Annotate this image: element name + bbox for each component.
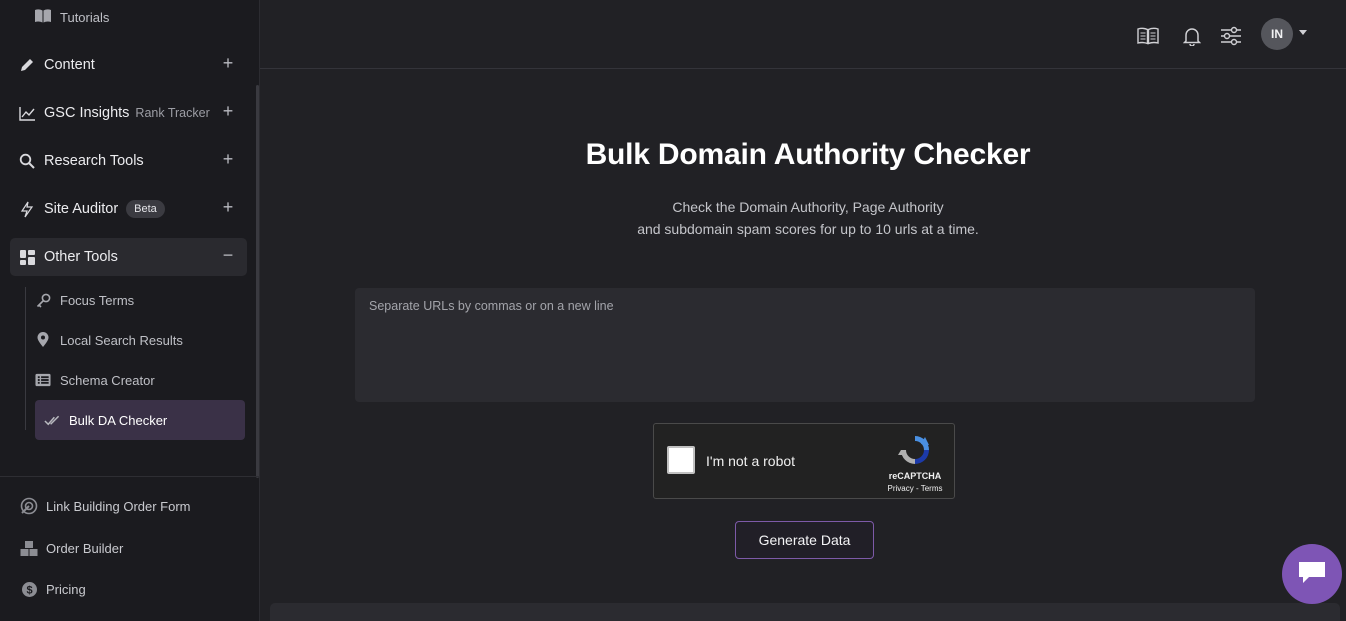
description-line: and subdomain spam scores for up to 10 u… [637, 221, 979, 237]
sidebar-item-focus-terms[interactable]: Focus Terms [35, 280, 245, 320]
sidebar-item-label: Tutorials [60, 9, 110, 25]
sidebar-item-site-auditor[interactable]: Site Auditor Beta + [10, 190, 247, 228]
widgets-icon [18, 248, 36, 266]
pencil-icon [18, 56, 36, 74]
sidebar-item-label: Site Auditor [44, 201, 119, 217]
sidebar-scroll-area: Tutorials Content + GSC Insights Rank Tr… [0, 0, 260, 478]
sidebar-item-label: GSC Insights [44, 105, 130, 121]
sidebar-divider [0, 476, 260, 477]
sidebar-item-label: Local Search Results [60, 332, 183, 348]
sidebar-item-label: Content [44, 57, 95, 73]
plus-icon[interactable]: + [221, 54, 235, 72]
magnifier-icon [18, 152, 36, 170]
open-book-icon[interactable] [1136, 24, 1160, 48]
sidebar-item-order-builder[interactable]: Order Builder [20, 537, 123, 559]
sidebar-item-schema-creator[interactable]: Schema Creator [35, 360, 245, 400]
beta-badge: Beta [126, 200, 165, 218]
sidebar-scrollbar[interactable] [256, 85, 259, 478]
sidebar-item-bulk-da-checker[interactable]: Bulk DA Checker [35, 400, 245, 440]
plus-icon[interactable]: + [221, 150, 235, 168]
description-line: Check the Domain Authority, Page Authori… [672, 199, 944, 215]
book-icon [34, 8, 52, 27]
recaptcha-label: I'm not a robot [706, 453, 796, 469]
rank-tracker-tag: Rank Tracker [135, 106, 210, 120]
lightning-icon [18, 200, 36, 218]
sidebar: Tutorials Content + GSC Insights Rank Tr… [0, 0, 260, 621]
sidebar-item-tutorials[interactable]: Tutorials [34, 7, 109, 27]
top-bar: IN [260, 0, 1346, 69]
key-icon [35, 292, 51, 308]
sidebar-item-label: Pricing [46, 581, 86, 597]
sidebar-item-link-building-order-form[interactable]: Link Building Order Form [20, 495, 191, 517]
generate-data-button[interactable]: Generate Data [735, 521, 874, 559]
recaptcha-logo-icon [898, 433, 932, 467]
chart-line-icon [18, 104, 36, 122]
sidebar-item-label: Other Tools [44, 249, 118, 265]
settings-sliders-icon[interactable] [1219, 24, 1243, 48]
map-pin-icon [35, 332, 51, 348]
chat-widget-button[interactable] [1282, 544, 1342, 604]
sidebar-item-gsc-insights[interactable]: GSC Insights Rank Tracker + [10, 94, 247, 132]
recaptcha-brand: reCAPTCHA [888, 471, 942, 481]
dollar-icon: $ [20, 580, 38, 598]
sidebar-item-label: Bulk DA Checker [69, 412, 168, 428]
bell-icon[interactable] [1180, 24, 1204, 48]
sidebar-item-pricing[interactable]: $ Pricing [20, 578, 86, 600]
sidebar-item-other-tools[interactable]: Other Tools − [10, 238, 247, 276]
list-box-icon [35, 372, 51, 388]
link-target-icon [20, 497, 38, 515]
sidebar-item-research-tools[interactable]: Research Tools + [10, 142, 247, 180]
minus-icon[interactable]: − [221, 246, 235, 264]
sidebar-item-label: Link Building Order Form [46, 498, 191, 514]
svg-text:$: $ [26, 584, 32, 596]
sidebar-item-label: Order Builder [46, 540, 124, 556]
chat-bubble-icon [1297, 559, 1327, 590]
sidebar-item-label: Focus Terms [60, 292, 135, 308]
recaptcha-widget: I'm not a robot reCAPTCHA Privacy - Term… [653, 423, 955, 499]
avatar[interactable]: IN [1261, 18, 1293, 50]
sidebar-item-label: Schema Creator [60, 372, 155, 388]
double-check-icon [44, 412, 60, 428]
chevron-down-icon[interactable] [1299, 30, 1307, 35]
sidebar-item-content[interactable]: Content + [10, 46, 247, 84]
sidebar-item-label: Research Tools [44, 153, 144, 169]
plus-icon[interactable]: + [221, 102, 235, 120]
page-title: Bulk Domain Authority Checker [585, 138, 1031, 171]
recaptcha-checkbox[interactable] [667, 446, 695, 474]
boxes-icon [20, 539, 38, 557]
plus-icon[interactable]: + [221, 198, 235, 216]
page-description: Check the Domain Authority, Page Authori… [270, 196, 1346, 240]
recaptcha-privacy-terms[interactable]: Privacy - Terms [882, 484, 948, 493]
sidebar-item-local-search-results[interactable]: Local Search Results [35, 320, 245, 360]
subtree-line [25, 287, 26, 430]
results-panel [270, 603, 1340, 621]
url-input[interactable] [355, 288, 1255, 402]
